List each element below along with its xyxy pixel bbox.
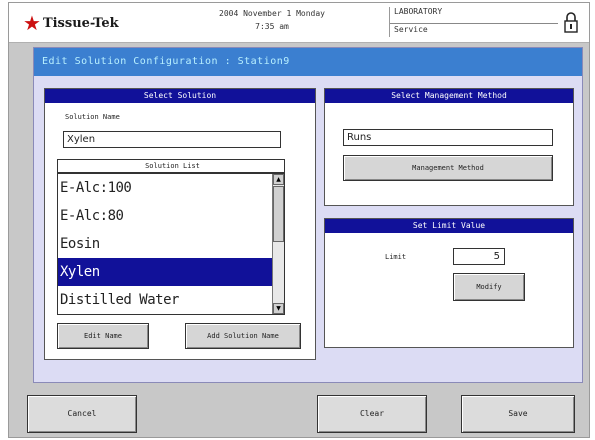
select-solution-title: Select Solution [45,89,315,103]
add-solution-name-button[interactable]: Add Solution Name [185,323,301,349]
lock-icon[interactable] [563,11,579,33]
header-bar: ★ Tissue-Tek 2004 November 1 Monday 7:35… [9,3,589,43]
time-text: 7:35 am [255,22,289,31]
select-solution-panel: Select Solution Solution Name Xylen Solu… [44,88,316,360]
solution-list-item[interactable]: Xylen [58,258,284,286]
edit-name-button[interactable]: Edit Name [57,323,149,349]
set-limit-title: Set Limit Value [325,219,573,233]
management-method-panel: Select Management Method Runs Management… [324,88,574,206]
solution-list[interactable]: E-Alc:100 E-Alc:80 Eosin Xylen Distilled Wat… [57,173,285,315]
logo: ★ Tissue-Tek [23,13,119,33]
solution-list-items: E-Alc:100 E-Alc:80 Eosin Xylen Distilled Wat… [58,174,284,314]
datetime: 2004 November 1 Monday 7:35 am [187,7,357,33]
management-method-input[interactable]: Runs [343,129,553,146]
save-button[interactable]: Save [461,395,575,433]
solution-list-item[interactable]: Distilled Water [58,286,284,314]
screen: ★ Tissue-Tek 2004 November 1 Monday 7:35… [8,2,590,438]
scroll-thumb[interactable] [273,186,284,242]
list-scrollbar[interactable]: ▲ ▼ [272,174,284,314]
user-info: LABORATORY Service [389,7,558,37]
solution-list-item[interactable]: E-Alc:100 [58,174,284,202]
solution-name-label: Solution Name [65,113,120,121]
solution-list-header: Solution List [57,159,285,173]
scroll-up-icon[interactable]: ▲ [273,174,284,185]
limit-input[interactable]: 5 [453,248,505,265]
date-text: 2004 November 1 Monday [219,9,325,18]
user-divider [390,23,558,24]
set-limit-panel: Set Limit Value Limit 5 Modify [324,218,574,348]
solution-name-input[interactable]: Xylen [63,131,281,148]
logo-text: Tissue-Tek [42,15,119,31]
user-role: Service [394,25,428,34]
modify-button[interactable]: Modify [453,273,525,301]
solution-list-item[interactable]: Eosin [58,230,284,258]
cancel-button[interactable]: Cancel [27,395,137,433]
limit-label: Limit [385,253,407,261]
page-title: Edit Solution Configuration : Station9 [34,48,582,76]
edit-solution-panel: Edit Solution Configuration : Station9 S… [33,47,583,383]
logo-star-icon: ★ [23,11,41,35]
management-method-title: Select Management Method [325,89,573,103]
solution-list-item[interactable]: E-Alc:80 [58,202,284,230]
clear-button[interactable]: Clear [317,395,427,433]
scroll-down-icon[interactable]: ▼ [273,303,284,314]
management-method-button[interactable]: Management Method [343,155,553,181]
user-group: LABORATORY [394,7,443,16]
